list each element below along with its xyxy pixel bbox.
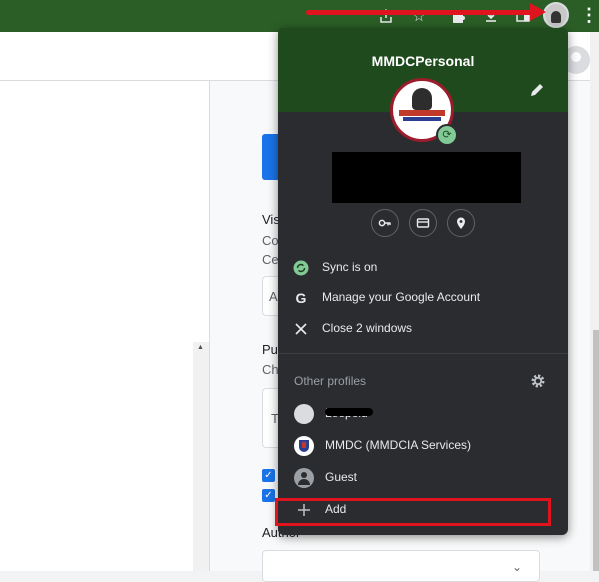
sync-status-label: Sync is on bbox=[322, 260, 378, 274]
guest-icon bbox=[294, 468, 314, 488]
mmdc-logo-icon bbox=[294, 436, 314, 456]
page-line-1: Co bbox=[262, 233, 279, 248]
redacted-email bbox=[332, 152, 521, 203]
page-author-select[interactable] bbox=[262, 550, 540, 582]
page-line-2: Ce bbox=[262, 252, 279, 267]
annotation-highlight-box bbox=[275, 498, 551, 526]
page-line-3: Ch bbox=[262, 362, 279, 377]
profile-menu: MMDCPersonal ⟳ Sync is on G Manage your … bbox=[278, 28, 568, 535]
menu-divider bbox=[278, 353, 568, 354]
share-icon[interactable] bbox=[376, 6, 396, 26]
edit-pencil-icon[interactable] bbox=[528, 81, 546, 99]
manage-account-label: Manage your Google Account bbox=[322, 290, 481, 304]
page-heading-publish: Pu bbox=[262, 342, 278, 357]
profile-name: MMDCPersonal bbox=[371, 53, 475, 69]
profile-row-leopold[interactable]: Leopold bbox=[278, 399, 568, 429]
profile-label-mmdc: MMDC (MMDCIA Services) bbox=[325, 438, 471, 452]
manage-account-row[interactable]: G Manage your Google Account bbox=[278, 283, 568, 313]
sync-status-row[interactable]: Sync is on bbox=[278, 253, 568, 283]
sync-icon bbox=[292, 259, 310, 277]
download-icon[interactable] bbox=[481, 6, 501, 26]
person-photo-icon bbox=[294, 404, 314, 424]
page-scrollbar-thumb[interactable] bbox=[593, 330, 599, 571]
chevron-down-icon[interactable]: ⌄ bbox=[512, 560, 522, 574]
passwords-key-icon[interactable] bbox=[371, 209, 399, 237]
payment-card-icon[interactable] bbox=[409, 209, 437, 237]
google-g-icon: G bbox=[295, 290, 307, 306]
profile-avatar-button[interactable] bbox=[543, 2, 569, 28]
page-scrollbar-left[interactable] bbox=[193, 342, 209, 571]
profile-row-guest[interactable]: Guest bbox=[278, 463, 568, 493]
close-icon bbox=[292, 320, 310, 338]
annotation-arrow bbox=[306, 10, 538, 15]
annotation-arrow-head bbox=[530, 3, 546, 21]
profile-row-mmdc[interactable]: MMDC (MMDCIA Services) bbox=[278, 431, 568, 461]
kebab-menu-icon[interactable]: ⋮ bbox=[580, 5, 598, 27]
page-checkbox-1[interactable]: ✓ bbox=[262, 469, 275, 482]
close-windows-row[interactable]: Close 2 windows bbox=[278, 314, 568, 344]
page-select-value: A bbox=[269, 289, 278, 304]
sync-badge-icon: ⟳ bbox=[436, 124, 458, 146]
bookmark-star-icon[interactable]: ☆ bbox=[409, 6, 429, 26]
addresses-location-icon[interactable] bbox=[447, 209, 475, 237]
gear-icon[interactable] bbox=[530, 373, 546, 389]
page-checkbox-2[interactable]: ✓ bbox=[262, 489, 275, 502]
other-profiles-heading: Other profiles bbox=[294, 374, 367, 388]
profile-label-guest: Guest bbox=[325, 470, 358, 484]
extensions-puzzle-icon[interactable] bbox=[448, 6, 468, 26]
close-windows-label: Close 2 windows bbox=[322, 321, 413, 335]
redaction-scribble bbox=[325, 408, 373, 416]
